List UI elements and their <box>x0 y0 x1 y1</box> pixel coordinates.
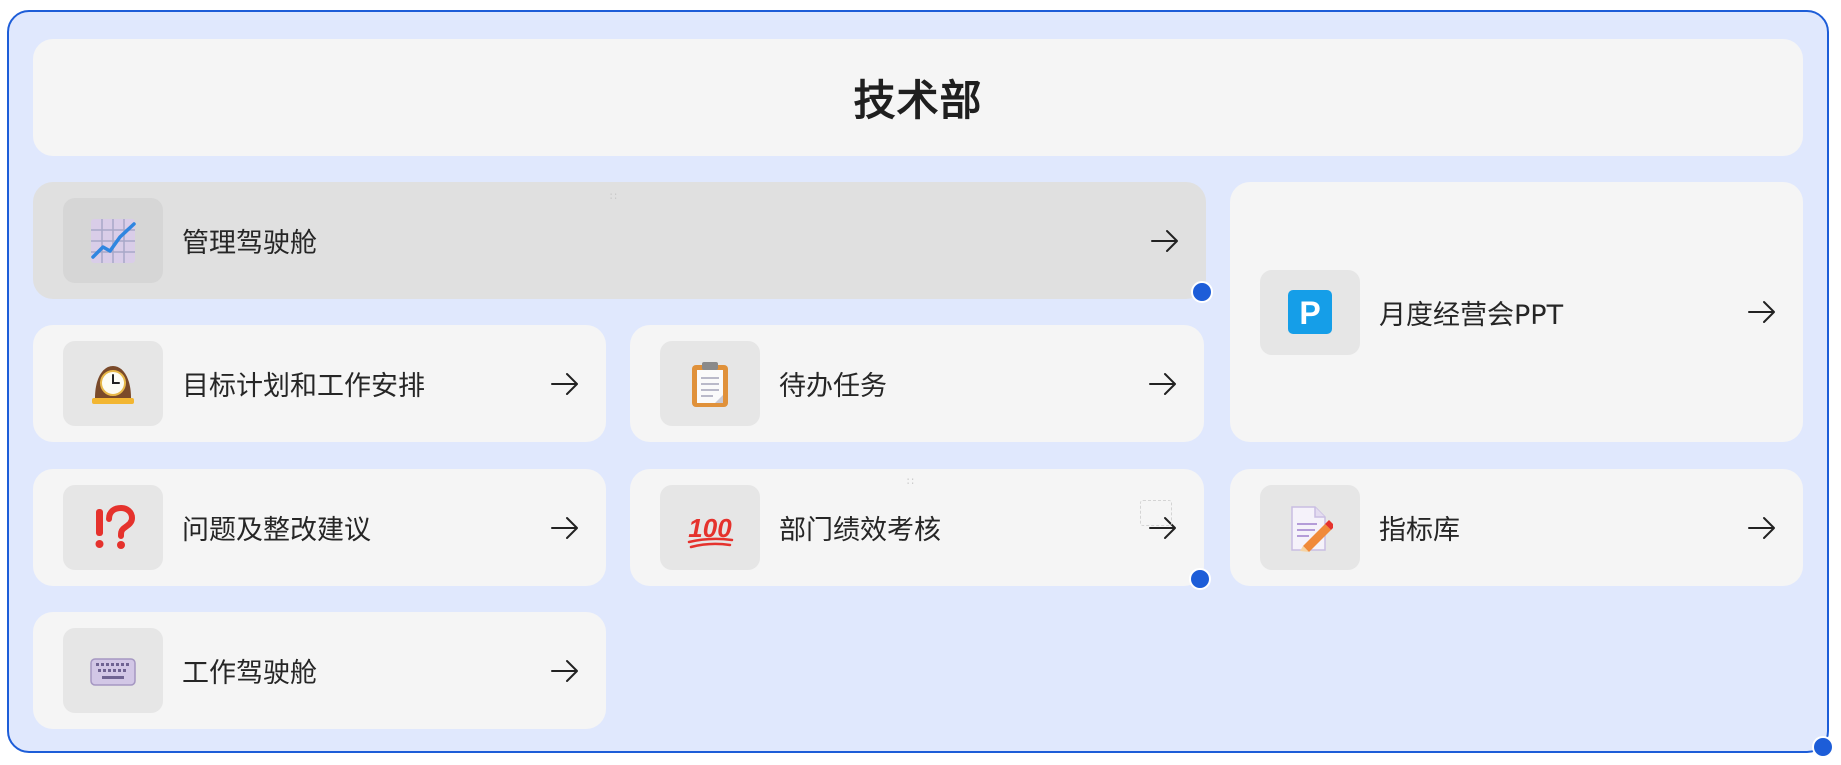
card-indicator-library[interactable]: 指标库 <box>1230 469 1803 586</box>
card-label: 待办任务 <box>779 371 887 402</box>
card-icon-box <box>63 485 163 570</box>
department-header: 技术部 <box>33 39 1803 156</box>
card-department-performance[interactable]: 100 部门绩效考核 <box>630 469 1204 586</box>
hundred-points-icon: 100 <box>687 513 734 548</box>
card-issues-and-suggestions[interactable]: 问题及整改建议 <box>33 469 606 586</box>
arrow-right-icon[interactable] <box>1747 300 1777 324</box>
card-icon-box <box>63 628 163 713</box>
card-todo-tasks[interactable]: 待办任务 <box>630 325 1204 442</box>
card-icon-box: P <box>1260 269 1360 355</box>
arrow-right-icon[interactable] <box>1150 229 1180 253</box>
drag-handle-dots[interactable]: ∷ <box>907 475 915 488</box>
card-management-cockpit[interactable]: 管理驾驶舱 <box>33 182 1206 299</box>
exclamation-question-mark-icon <box>95 504 136 549</box>
card-work-cockpit[interactable]: 工作驾驶舱 <box>33 612 606 729</box>
p-button-icon: P <box>1288 290 1332 334</box>
arrow-right-icon[interactable] <box>550 372 580 396</box>
arrow-right-icon[interactable] <box>1148 372 1178 396</box>
resize-handle[interactable] <box>1189 568 1211 590</box>
drag-handle-dots[interactable]: ∷ <box>610 190 618 203</box>
arrow-right-icon[interactable] <box>1747 516 1777 540</box>
card-icon-box <box>63 341 163 426</box>
arrow-right-icon[interactable] <box>550 659 580 683</box>
card-label: 问题及整改建议 <box>182 515 371 546</box>
card-icon-box <box>1260 485 1360 570</box>
card-label: 目标计划和工作安排 <box>182 371 425 402</box>
chart-increasing-icon <box>91 218 136 263</box>
page-title: 技术部 <box>853 76 983 125</box>
arrow-right-icon[interactable] <box>550 516 580 540</box>
card-label: 月度经营会PPT <box>1379 299 1564 331</box>
mantelpiece-clock-icon <box>92 365 134 404</box>
card-icon-box: 100 <box>660 485 760 570</box>
keyboard-icon <box>90 657 136 686</box>
memo-icon <box>1291 505 1333 552</box>
card-label: 指标库 <box>1379 515 1460 546</box>
card-icon-box <box>660 341 760 426</box>
board-resize-handle[interactable] <box>1812 736 1834 758</box>
resize-handle[interactable] <box>1191 281 1213 303</box>
ghost-placeholder <box>1140 500 1172 526</box>
card-label: 管理驾驶舱 <box>182 228 317 259</box>
card-icon-box <box>63 198 163 283</box>
card-goals-and-work-plan[interactable]: 目标计划和工作安排 <box>33 325 606 442</box>
clipboard-icon <box>692 361 728 407</box>
card-label: 部门绩效考核 <box>779 515 941 546</box>
card-monthly-meeting-ppt[interactable]: P 月度经营会PPT <box>1230 182 1803 442</box>
card-label: 工作驾驶舱 <box>182 658 317 689</box>
svg-text:P: P <box>1299 295 1320 331</box>
